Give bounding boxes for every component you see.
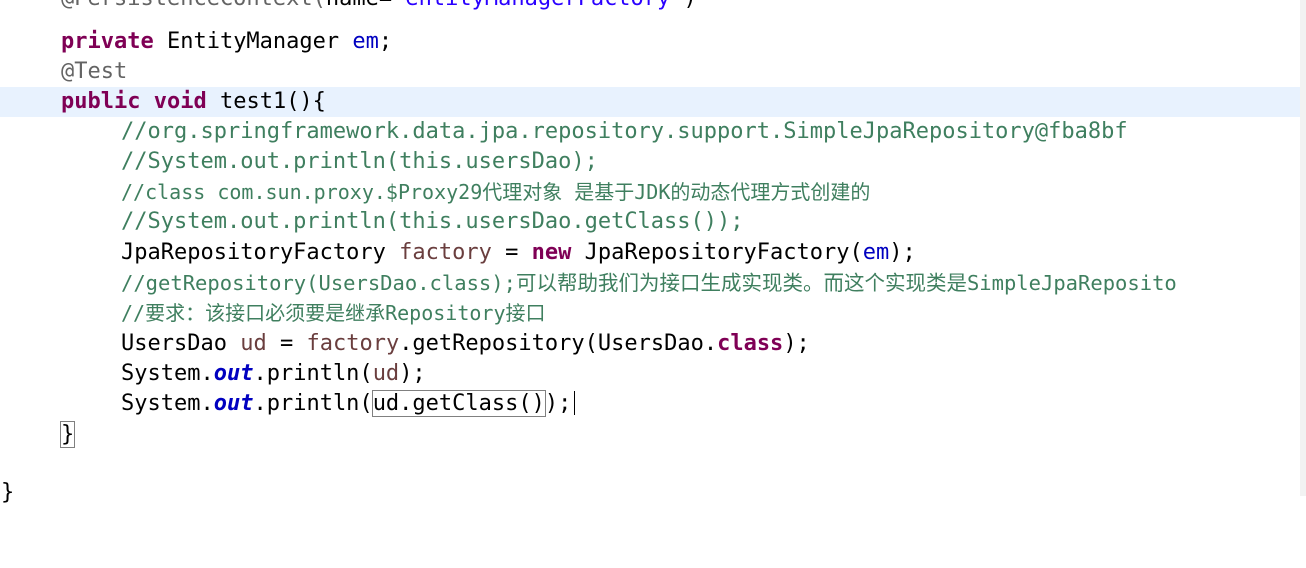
code-line-12: UsersDao ud = factory.getRepository(User…	[121, 331, 810, 356]
code-line-8: //System.out.println(this.usersDao.getCl…	[0, 207, 1306, 237]
annotation: @Test	[61, 59, 128, 84]
comment: //要求：该接口必须要是继承Repository接口	[121, 301, 546, 325]
code-line-7: //class com.sun.proxy.$Proxy29代理对象 是基于JD…	[0, 177, 1306, 207]
code-line-11: //要求：该接口必须要是继承Repository接口	[0, 298, 1306, 328]
code-line-5: //org.springframework.data.jpa.repositor…	[0, 117, 1306, 147]
code-line-2: private EntityManager em;	[61, 29, 393, 54]
text-cursor	[574, 391, 576, 415]
comment: //getRepository(UsersDao.class);可以帮助我们为接…	[121, 271, 1177, 295]
code-line-3: @Test	[0, 57, 1306, 87]
comment: //System.out.println(this.usersDao.getCl…	[121, 209, 744, 234]
code-line-1: @PersistenceContext(name="entityManagerF…	[0, 0, 1306, 28]
comment: //class com.sun.proxy.$Proxy29代理对象 是基于JD…	[121, 180, 871, 204]
code-line-13: System.out.println(ud);	[121, 361, 426, 386]
annotation: @PersistenceContext(	[61, 0, 326, 11]
comment: //org.springframework.data.jpa.repositor…	[121, 119, 1128, 144]
code-line-16: }	[0, 478, 1306, 508]
code-line-14: System.out.println(ud.getClass());	[0, 389, 1306, 419]
vertical-scrollbar[interactable]	[1300, 0, 1306, 496]
code-editor[interactable]: @PersistenceContext(name="entityManagerF…	[0, 0, 1306, 505]
comment: //System.out.println(this.usersDao);	[121, 149, 598, 174]
bracket-match-highlight: ud.getClass()	[371, 390, 546, 417]
closing-brace: }	[1, 480, 15, 505]
code-line-10: //getRepository(UsersDao.class);可以帮助我们为接…	[0, 268, 1306, 298]
code-line-6: //System.out.println(this.usersDao);	[0, 147, 1306, 177]
code-line-4-current: public void test1(){	[0, 87, 1306, 117]
string-literal: "entityManagerFactory"	[392, 0, 683, 11]
code-line-15: }	[0, 420, 1306, 450]
closing-brace: }	[59, 421, 76, 448]
code-line-9: JpaRepositoryFactory factory = new JpaRe…	[121, 240, 916, 265]
